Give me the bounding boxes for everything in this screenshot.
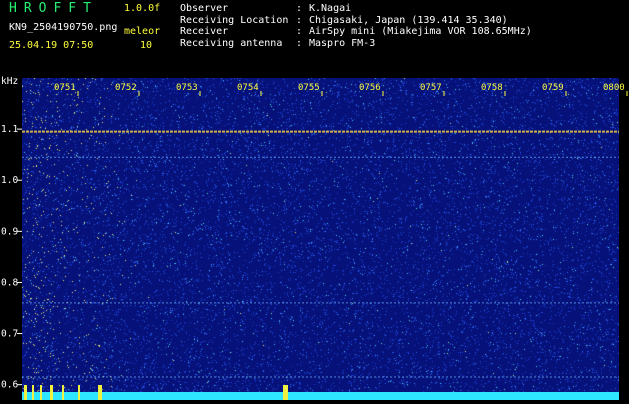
carrier-lines: [22, 130, 619, 400]
freq-tick-label: 0.8: [1, 277, 18, 288]
time-tick-label: 0757: [420, 83, 442, 93]
time-tick-label: 0758: [481, 83, 503, 93]
baseline-spike: [78, 385, 80, 400]
time-tick-label: 0759: [542, 83, 564, 93]
time-tick-label: 0800: [603, 83, 625, 93]
spectrogram-overlay: 0751 0752 0753 0754 0755 0756 0757 0758 0759 0800…: [1, 76, 628, 400]
frequency-axis: 1.1 1.0 0.9 0.8 0.7 0.6: [1, 124, 22, 391]
time-tick-label: 0754: [237, 83, 259, 93]
time-axis: 0751 0752 0753 0754 0755 0756 0757 0758 0759 0800: [54, 83, 628, 96]
time-tick-label: 0755: [298, 83, 320, 93]
time-tick-label: 0751: [54, 83, 76, 93]
time-tick-label: 0756: [359, 83, 381, 93]
baseline-spike: [40, 385, 42, 400]
freq-tick-label: 0.7: [1, 329, 18, 340]
baseline-band: [22, 392, 619, 400]
baseline-spike: [24, 385, 27, 400]
freq-tick-label: 0.6: [1, 380, 18, 391]
freq-tick-label: 0.9: [1, 226, 18, 237]
time-tick-label: 0752: [115, 83, 137, 93]
baseline-spike: [98, 385, 102, 400]
baseline-spike: [50, 385, 53, 400]
freq-tick-label: 1.1: [1, 124, 18, 135]
time-tick-label: 0753: [176, 83, 198, 93]
baseline-spike: [62, 385, 64, 400]
baseline-spike: [32, 385, 34, 400]
y-axis-label: kHz: [1, 76, 18, 87]
freq-tick-label: 1.0: [1, 175, 18, 186]
baseline-spike: [283, 385, 288, 400]
